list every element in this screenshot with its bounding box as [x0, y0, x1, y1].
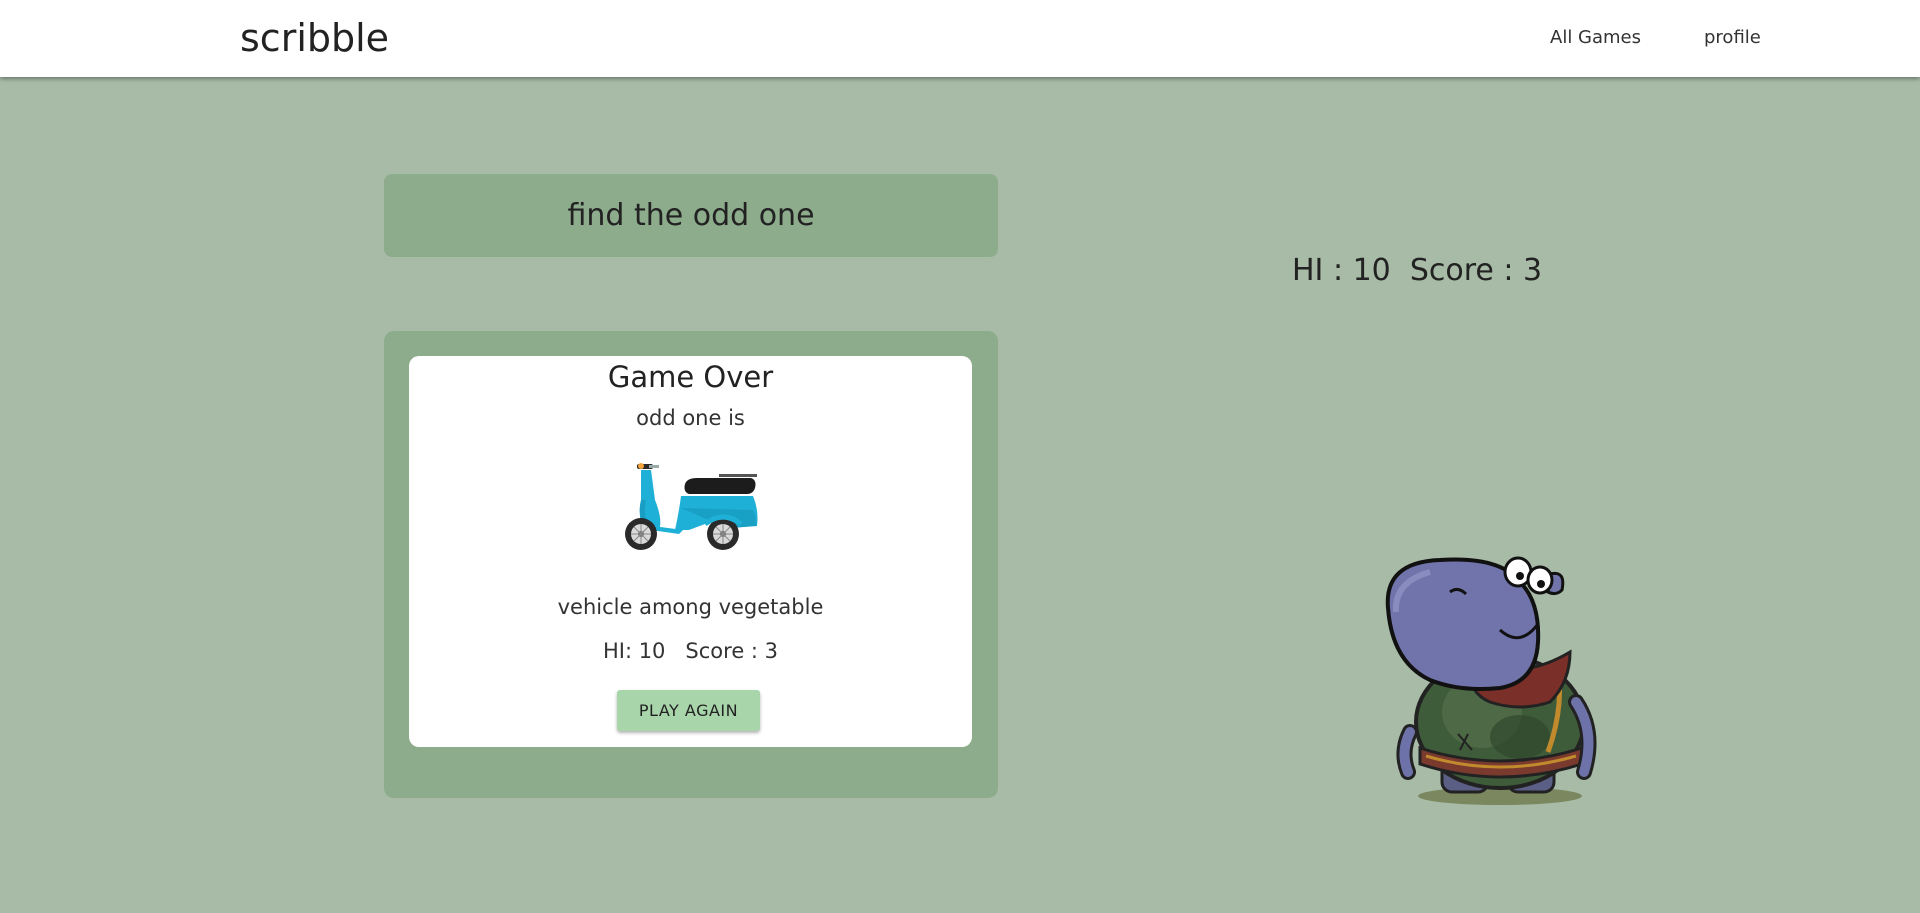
game-board: Game Over odd one is vehicle among veget…	[384, 331, 998, 798]
nav-all-games[interactable]: All Games	[1550, 27, 1641, 48]
game-title-banner: find the odd one	[384, 174, 998, 257]
scooter-image	[625, 463, 758, 550]
scoreboard: HI : 10 Score : 3	[1292, 253, 1543, 288]
odd-one-label: odd one is	[636, 406, 745, 430]
top-navbar: scribble All Games profile	[0, 0, 1920, 77]
brand-logo[interactable]: scribble	[240, 16, 389, 60]
nav-profile[interactable]: profile	[1704, 27, 1761, 48]
hippo-character	[1385, 556, 1597, 805]
game-title: find the odd one	[567, 198, 815, 233]
game-over-modal: Game Over odd one is vehicle among veget…	[409, 356, 972, 747]
game-over-title: Game Over	[607, 360, 774, 394]
odd-one-reason: vehicle among vegetable	[557, 595, 824, 619]
final-score: HI: 10 Score : 3	[602, 639, 779, 663]
play-again-button[interactable]: PLAY AGAIN	[617, 690, 760, 731]
